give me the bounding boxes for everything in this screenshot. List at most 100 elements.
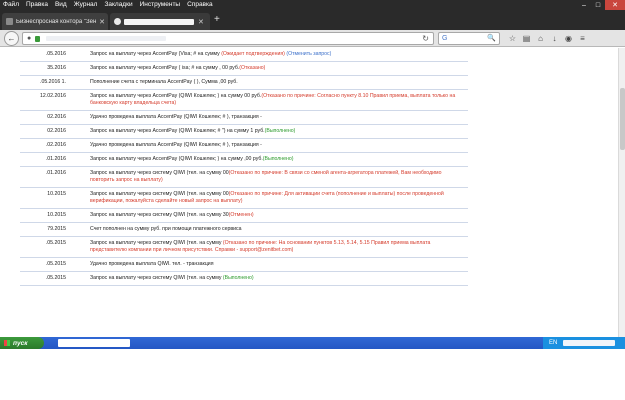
close-window-button[interactable]: ✕ xyxy=(605,0,625,10)
lock-icon xyxy=(35,35,41,42)
cancel-request-link[interactable]: (Отменить запрос) xyxy=(286,51,331,57)
row-date: 10.2015 xyxy=(20,208,68,223)
history-table: .05.2016 Запрос на выплату через AccentPa… xyxy=(20,48,468,286)
table-row: .01.2016 Запрос на выплату через систему … xyxy=(20,166,468,188)
start-label: пуск xyxy=(13,339,28,347)
row-description: Запрос на выплату через AccentPay (QIWI … xyxy=(88,124,468,139)
scrollbar-thumb[interactable] xyxy=(620,88,625,150)
download-icon[interactable]: ↓ xyxy=(548,32,561,45)
row-tail: ) на сумму ,00 руб. xyxy=(217,156,263,162)
menu-bookmarks[interactable]: Закладки xyxy=(104,0,132,10)
reload-icon[interactable]: ↻ xyxy=(422,34,429,43)
menu-history[interactable]: Журнал xyxy=(74,0,98,10)
window-controls: – □ ✕ xyxy=(577,0,625,10)
table-row: .05.2016 Запрос на выплату через AccentPa… xyxy=(20,48,468,62)
row-date: .01.2016 xyxy=(20,152,68,167)
row-description: Запрос на выплату через систему QIWI (те… xyxy=(88,187,468,209)
row-time xyxy=(68,124,88,139)
status-text: (Выполнено) xyxy=(262,156,294,162)
row-text: Запрос на выплату через AccentPay (Visa;… xyxy=(90,51,197,57)
row-time xyxy=(68,75,88,90)
favicon-icon xyxy=(114,18,121,25)
row-description: Запрос на выплату через систему QIWI (те… xyxy=(88,271,468,286)
status-text: (Ожидает подтверждения) xyxy=(221,51,287,57)
row-description: Запрос на выплату через AccentPay (Visa;… xyxy=(88,48,468,62)
row-text: Удачно проведена выплата AccentPay (QIWI… xyxy=(90,142,226,148)
row-description: Запрос на выплату через систему QIWI (те… xyxy=(88,166,468,188)
row-description: Запрос на выплату через систему QIWI (те… xyxy=(88,236,468,258)
back-button[interactable]: ← xyxy=(4,31,19,46)
row-time xyxy=(68,110,88,125)
row-description: Удачно проведена выплата AccentPay (QIWI… xyxy=(88,110,468,125)
row-date: 12.02.2016 xyxy=(20,89,68,111)
start-button[interactable]: пуск xyxy=(0,337,44,349)
row-text: Запрос на выплату через AccentPay (QIWI … xyxy=(90,93,218,99)
menu-edit[interactable]: Правка xyxy=(26,0,48,10)
table-row: .01.2016 Запрос на выплату через AccentPa… xyxy=(20,152,468,167)
windows-logo-icon xyxy=(4,340,10,346)
row-tail: на сумму xyxy=(199,240,223,246)
tab-close-icon[interactable]: ✕ xyxy=(99,18,105,26)
star-icon[interactable]: ☆ xyxy=(506,32,519,45)
minimize-button[interactable]: – xyxy=(577,0,591,10)
system-tray: EN xyxy=(543,337,625,349)
row-text: Пополнение счета с терминала AccentPay ( xyxy=(90,79,196,85)
row-description: Удачно проведена выплата AccentPay (QIWI… xyxy=(88,138,468,153)
row-time xyxy=(68,271,88,286)
row-date: .05.2015 xyxy=(20,236,68,258)
table-row: .05.2015 Запрос на выплату через систему … xyxy=(20,236,468,258)
row-time xyxy=(68,61,88,76)
table-row: .02.2016 Удачно проведена выплата AccentP… xyxy=(20,138,468,153)
new-tab-button[interactable]: + xyxy=(214,14,220,25)
menu-help[interactable]: Справка xyxy=(187,0,213,10)
table-row: .05.2015 Удачно проведена выплата QIWI. т… xyxy=(20,257,468,272)
tab-second[interactable]: ✕ xyxy=(110,13,210,30)
row-date: .05.2016 1. xyxy=(20,75,68,90)
row-date: 02.2016 xyxy=(20,110,68,125)
row-time xyxy=(68,138,88,153)
row-description: Запрос на выплату через AccentPay (QIWI … xyxy=(88,89,468,111)
tab-active[interactable]: Бизнеспросная контора "Зен… ✕ xyxy=(2,13,108,30)
row-text: Запрос на выплату через систему QIWI (те… xyxy=(90,212,200,218)
bookmarks-icon[interactable]: ▤ xyxy=(520,32,533,45)
row-tail: ) на сумму 00 руб. xyxy=(217,93,262,99)
table-row: .05.2016 1. Пополнение счета с терминала … xyxy=(20,75,468,90)
search-icon[interactable]: 🔍 xyxy=(487,34,496,42)
row-tail: на сумму 00 xyxy=(199,191,229,197)
row-tail: на сумму , 00 руб. xyxy=(194,65,240,71)
maximize-button[interactable]: □ xyxy=(591,0,605,10)
search-engine-icon: G xyxy=(442,35,448,42)
sync-icon[interactable]: ◉ xyxy=(562,32,575,45)
row-date: .02.2016 xyxy=(20,138,68,153)
row-description: Запрос на выплату через AccentPay (QIWI … xyxy=(88,152,468,167)
url-bar[interactable]: ● ↻ xyxy=(22,32,434,45)
vertical-scrollbar[interactable] xyxy=(618,48,625,337)
language-indicator[interactable]: EN xyxy=(549,340,557,346)
taskbar-item[interactable] xyxy=(58,339,130,347)
row-time xyxy=(68,257,88,272)
table-row: 02.2016 Запрос на выплату через AccentPay… xyxy=(20,124,468,139)
row-tail: на сумму 00 xyxy=(199,170,229,176)
row-description: Запрос на выплату через AccentPay ( isa;… xyxy=(88,61,468,76)
search-bar[interactable]: G 🔍 xyxy=(438,32,500,45)
status-text: (Выполнено) xyxy=(222,275,254,281)
redacted-url xyxy=(46,36,167,41)
row-date: .01.2016 xyxy=(20,166,68,188)
row-time xyxy=(68,236,88,258)
table-row: 02.2016 Удачно проведена выплата AccentPa… xyxy=(20,110,468,125)
menu-tools[interactable]: Инструменты xyxy=(140,0,181,10)
menu-icon[interactable]: ≡ xyxy=(576,32,589,45)
menu-view[interactable]: Вид xyxy=(55,0,67,10)
row-time xyxy=(68,48,88,62)
row-time xyxy=(68,152,88,167)
menu-file[interactable]: Файл xyxy=(3,0,19,10)
row-text: Запрос на выплату через систему QIWI (те… xyxy=(90,170,200,176)
row-description: Счет пополнен на сумму руб. при помощи п… xyxy=(88,222,468,237)
home-icon[interactable]: ⌂ xyxy=(534,32,547,45)
tab-close-icon[interactable]: ✕ xyxy=(198,18,204,26)
row-tail: транзакция xyxy=(186,261,214,267)
row-text: Запрос на выплату через AccentPay ( isa;… xyxy=(90,65,195,71)
row-date: 35.2016 xyxy=(20,61,68,76)
row-text: Запрос на выплату через AccentPay (QIWI … xyxy=(90,156,218,162)
row-text: Запрос на выплату через систему QIWI (те… xyxy=(90,240,200,246)
